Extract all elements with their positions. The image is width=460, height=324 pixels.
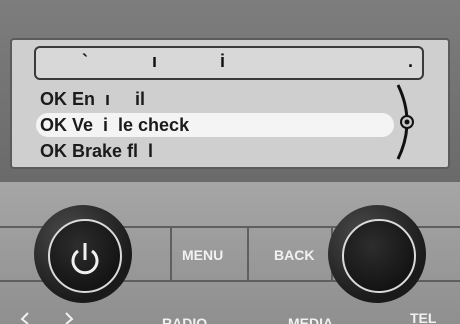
radio-button[interactable]: RADIO [162,315,207,324]
menu-item-engine-oil[interactable]: OK En ı il [40,87,145,111]
scroll-indicator-icon [396,84,414,160]
volume-knob[interactable] [34,205,132,303]
power-icon [71,243,99,275]
title-glyph-1: ` [82,51,88,71]
seek-buttons [20,312,74,324]
title-glyph-3: i [220,51,226,71]
title-bar: ` ı i . [34,46,424,80]
menu-item-brake-fluid[interactable]: OK Brake fl l [40,139,153,163]
menu-item-vehicle-check[interactable]: OK Ve i le check [36,113,394,137]
arrow-left-icon [20,312,29,324]
title-glyph-4: . [408,51,414,71]
panel-seam [170,227,172,281]
arrow-right-icon [65,312,74,324]
media-button[interactable]: MEDIA [288,315,333,324]
control-panel: MENU BACK RADIO MEDIA TEL [0,182,460,324]
tel-button[interactable]: TEL [410,310,436,324]
car-infotainment-unit: ` ı i . OK En ı il OK Ve i le check OK B… [0,0,460,324]
back-button[interactable]: BACK [274,247,314,263]
title-glyph-2: ı [152,51,158,71]
selector-knob[interactable] [328,205,426,303]
volume-knob-inner[interactable] [48,219,122,293]
panel-seam [247,227,249,281]
menu-button[interactable]: MENU [182,247,223,263]
display-screen: ` ı i . OK En ı il OK Ve i le check OK B… [10,38,450,169]
selector-knob-inner[interactable] [342,219,416,293]
